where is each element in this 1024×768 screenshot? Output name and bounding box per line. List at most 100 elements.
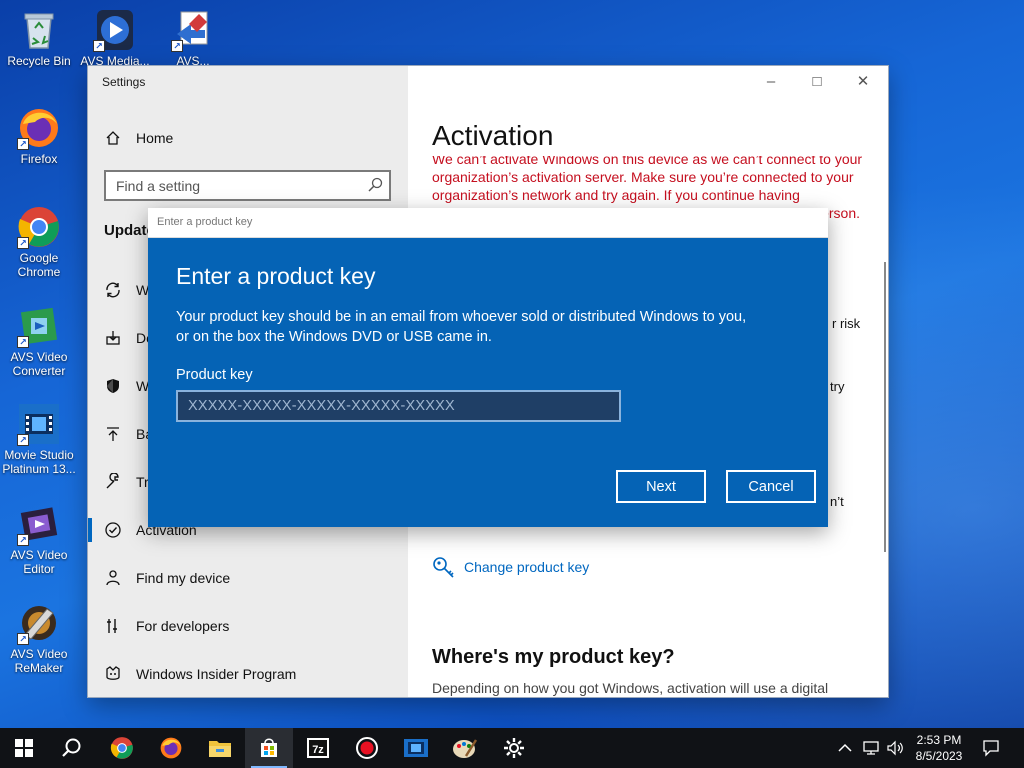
movie-studio-icon: ↗ [17,402,61,446]
avs-video-editor-icon: ↗ [17,502,61,546]
scrollbar[interactable] [884,262,886,552]
nav-item-for-developers[interactable]: For developers [88,606,408,646]
error-line: organization’s activation server. Make s… [432,169,854,185]
desktop-icon-avs-video-editor[interactable]: ↗ AVS Video Editor [0,502,78,576]
desktop-icon-label: Google Chrome [17,251,61,279]
volume-control[interactable] [886,728,904,768]
desktop-icon-label: Firefox [20,152,58,166]
nav-item-label: Windows Insider Program [136,666,297,682]
close-icon[interactable]: ✕ [840,70,886,94]
nav-item-windows-insider[interactable]: Windows Insider Program [88,654,408,694]
recycle-bin-icon [17,8,61,52]
insider-icon [104,665,122,683]
desktop-icon-chrome[interactable]: ↗ Google Chrome [0,205,78,279]
dialog-heading: Enter a product key [176,263,376,289]
dialog-titlebar: Enter a product key [148,208,828,238]
taskbar-chrome[interactable] [98,728,146,768]
desktop-icon-avs-media[interactable]: ↗ AVS Media... [76,8,154,68]
product-key-label: Product key [176,367,253,383]
desktop-icon-label: AVS Video Converter [10,350,68,378]
home-icon [104,129,122,147]
svg-text:7z: 7z [312,744,324,756]
sync-icon [104,281,122,299]
taskbar-settings[interactable] [490,728,538,768]
change-product-key-label: Change product key [464,559,590,575]
desktop-icon-label: Movie Studio Platinum 13... [2,448,76,476]
cancel-button[interactable]: Cancel [726,470,816,503]
desktop-icon-movie-studio[interactable]: ↗ Movie Studio Platinum 13... [0,402,78,476]
clock[interactable]: 2:53 PM 8/5/2023 [908,732,970,764]
settings-gear-icon [504,738,524,758]
nav-item-label: Tr [136,474,149,490]
person-icon [104,569,122,587]
developer-icon [104,617,122,635]
where-text: Depending on how you got Windows, activa… [432,680,829,696]
change-product-key-link[interactable]: Change product key [432,556,589,578]
start-button[interactable] [0,728,48,768]
taskbar-store[interactable] [245,728,293,768]
search-input[interactable]: Find a setting [104,170,391,201]
avs-video-converter-icon: ↗ [17,304,61,348]
desktop-icon-label: AVS Video ReMaker [10,647,68,675]
7zip-icon: 7z [307,738,329,758]
video-icon [404,739,428,757]
clock-date: 8/5/2023 [915,749,963,763]
minimize-icon[interactable]: – [748,70,794,94]
delivery-icon [104,329,122,347]
firefox-icon: ↗ [17,106,61,150]
dialog-description-line: or on the box the Windows DVD or USB cam… [176,329,492,345]
desktop-icon-label: Recycle Bin [7,54,71,68]
nav-item-label: For developers [136,618,230,634]
window-title: Settings [102,75,146,89]
taskbar-7zip[interactable]: 7z [294,728,342,768]
taskbar-video[interactable] [392,728,440,768]
firefox-icon [160,737,182,759]
recorder-icon [356,737,378,759]
taskbar-paint[interactable] [441,728,489,768]
desktop-icon-avs-video-converter[interactable]: ↗ AVS Video Converter [0,304,78,378]
search-icon [62,738,81,757]
nav-home[interactable]: Home [88,118,408,158]
taskbar-firefox[interactable] [147,728,195,768]
action-center-button[interactable] [982,728,1000,768]
chevron-up-icon [838,743,852,752]
start-icon [15,739,33,757]
shield-icon [104,377,122,395]
search-icon [367,177,383,197]
dialog-window-title: Enter a product key [157,216,253,228]
store-icon [261,738,277,757]
desktop-icon-avs-video-remaker[interactable]: ↗ AVS Video ReMaker [0,601,78,675]
chrome-icon: ↗ [17,205,61,249]
text-fragment: n’t [830,494,844,509]
key-icon [432,556,454,578]
desktop-icon-recycle-bin[interactable]: Recycle Bin [0,8,78,68]
taskbar-search-button[interactable] [48,728,96,768]
speaker-icon [887,740,903,756]
nav-item-label: Find my device [136,570,231,586]
paint-icon [453,739,478,758]
error-line: organization’s network and try again. If… [432,187,800,203]
page-title: Activation [432,120,554,151]
maximize-icon[interactable]: □ [794,70,840,94]
error-line: We can’t activate Windows on this device… [432,156,863,167]
text-fragment: try [830,379,845,394]
taskbar-recorder[interactable] [343,728,391,768]
show-hidden-icons[interactable] [838,728,852,768]
backup-icon [104,425,122,443]
wrench-icon [104,473,122,491]
taskbar: 7z 2:53 PM 8/5/2023 [0,728,1024,768]
check-circle-icon [104,521,122,539]
next-button[interactable]: Next [616,470,706,503]
desktop-icon-avs[interactable]: ↗ AVS... [154,8,232,68]
dialog-description-line: Your product key should be in an email f… [176,309,747,325]
avs-video-remaker-icon: ↗ [17,601,61,645]
avs-media-player-icon: ↗ [93,8,137,52]
taskbar-file-explorer[interactable] [196,728,244,768]
avs-tool-icon: ↗ [171,8,215,52]
product-key-dialog: Enter a product key Enter a product key … [148,208,828,527]
where-heading: Where's my product key? [432,646,675,668]
desktop-icon-firefox[interactable]: ↗ Firefox [0,106,78,166]
network-status[interactable] [862,728,880,768]
product-key-input[interactable] [176,390,621,422]
nav-item-find-my-device[interactable]: Find my device [88,558,408,598]
